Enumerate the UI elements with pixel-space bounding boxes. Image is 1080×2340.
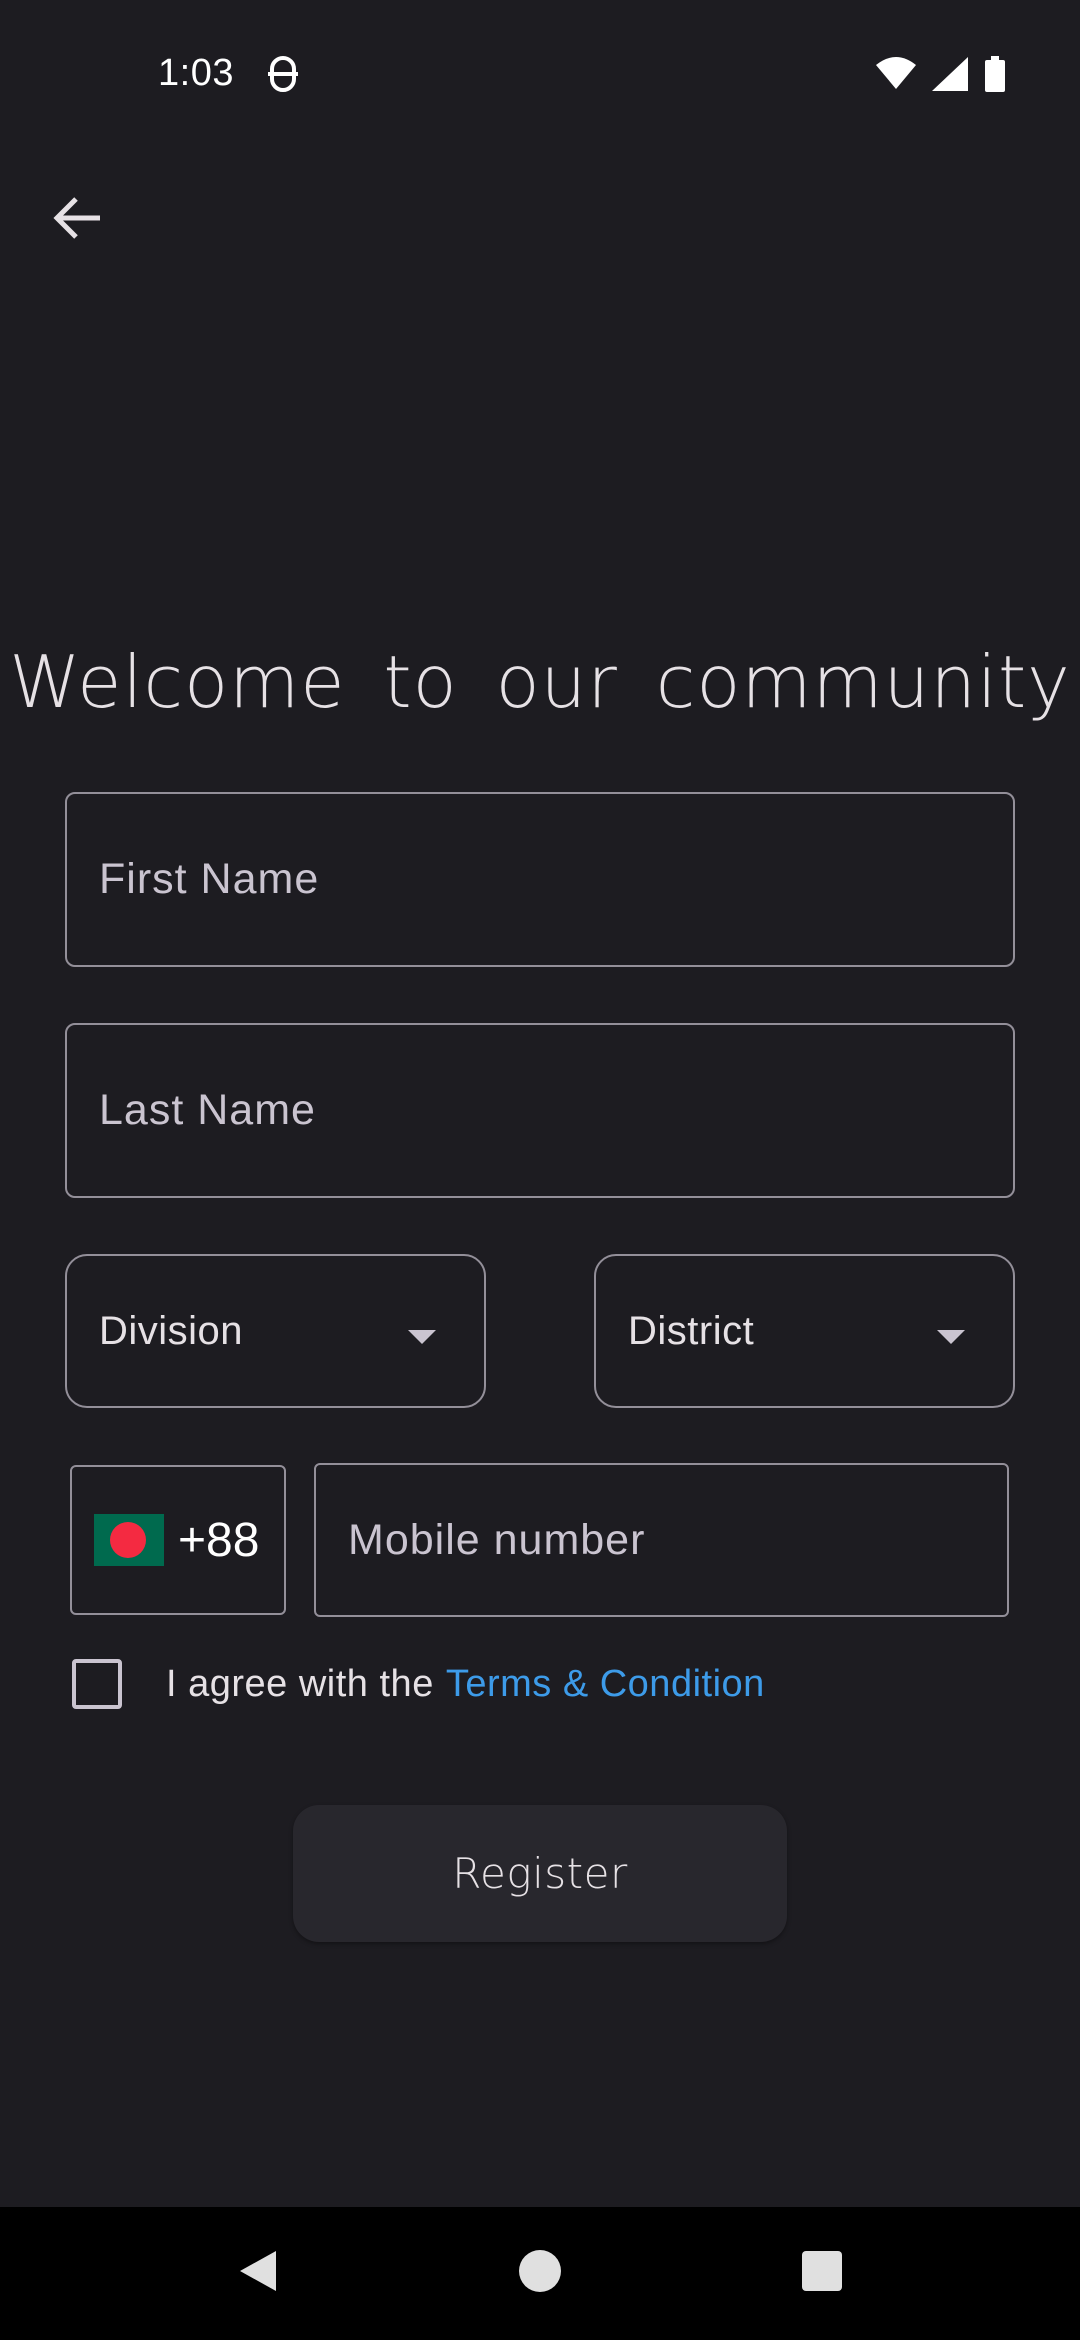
division-dropdown[interactable]: Division (65, 1254, 486, 1408)
nav-recents-button[interactable] (790, 2241, 854, 2305)
arrow-left-icon (52, 195, 104, 246)
bangladesh-flag-icon (94, 1514, 164, 1566)
first-name-field[interactable]: First Name (65, 792, 1015, 967)
page-title: Welcome to our community (9, 640, 1071, 724)
register-label: Register (452, 1849, 628, 1898)
last-name-field[interactable]: Last Name (65, 1023, 1015, 1198)
status-time: 1:03 (158, 52, 234, 94)
terms-prefix: I agree with the (166, 1662, 434, 1705)
battery-icon (984, 56, 1006, 97)
flag-red-disc (110, 1522, 146, 1558)
nav-recents-icon (801, 2250, 843, 2297)
division-label: Division (99, 1308, 244, 1353)
nav-home-button[interactable] (508, 2241, 572, 2305)
register-screen: 1:03 Welcome to our community First Name… (0, 0, 1080, 2340)
terms-link[interactable]: Terms & Condition (446, 1663, 765, 1706)
status-icons (876, 56, 1006, 97)
register-button[interactable]: Register (293, 1805, 787, 1942)
nav-home-icon (518, 2249, 562, 2298)
wifi-icon (876, 57, 916, 96)
mobile-number-field[interactable]: Mobile number (314, 1463, 1009, 1617)
district-dropdown[interactable]: District (594, 1254, 1015, 1408)
mobile-number-placeholder: Mobile number (348, 1515, 646, 1564)
nav-back-icon (236, 2247, 280, 2300)
back-button[interactable] (44, 186, 112, 254)
last-name-placeholder: Last Name (99, 1086, 316, 1134)
terms-checkbox[interactable] (72, 1659, 122, 1709)
chevron-down-icon (937, 1330, 965, 1344)
first-name-placeholder: First Name (99, 855, 320, 903)
country-dial-code: +88 (178, 1513, 260, 1567)
status-bar: 1:03 (0, 0, 1080, 150)
terms-row: I agree with the Terms & Condition (72, 1656, 765, 1712)
chevron-down-icon (408, 1330, 436, 1344)
country-code-picker[interactable]: +88 (70, 1465, 286, 1615)
nav-back-button[interactable] (226, 2241, 290, 2305)
app-notification-icon (266, 54, 300, 94)
system-nav-bar (0, 2207, 1080, 2340)
cellular-signal-icon (932, 57, 968, 96)
district-label: District (628, 1308, 755, 1353)
